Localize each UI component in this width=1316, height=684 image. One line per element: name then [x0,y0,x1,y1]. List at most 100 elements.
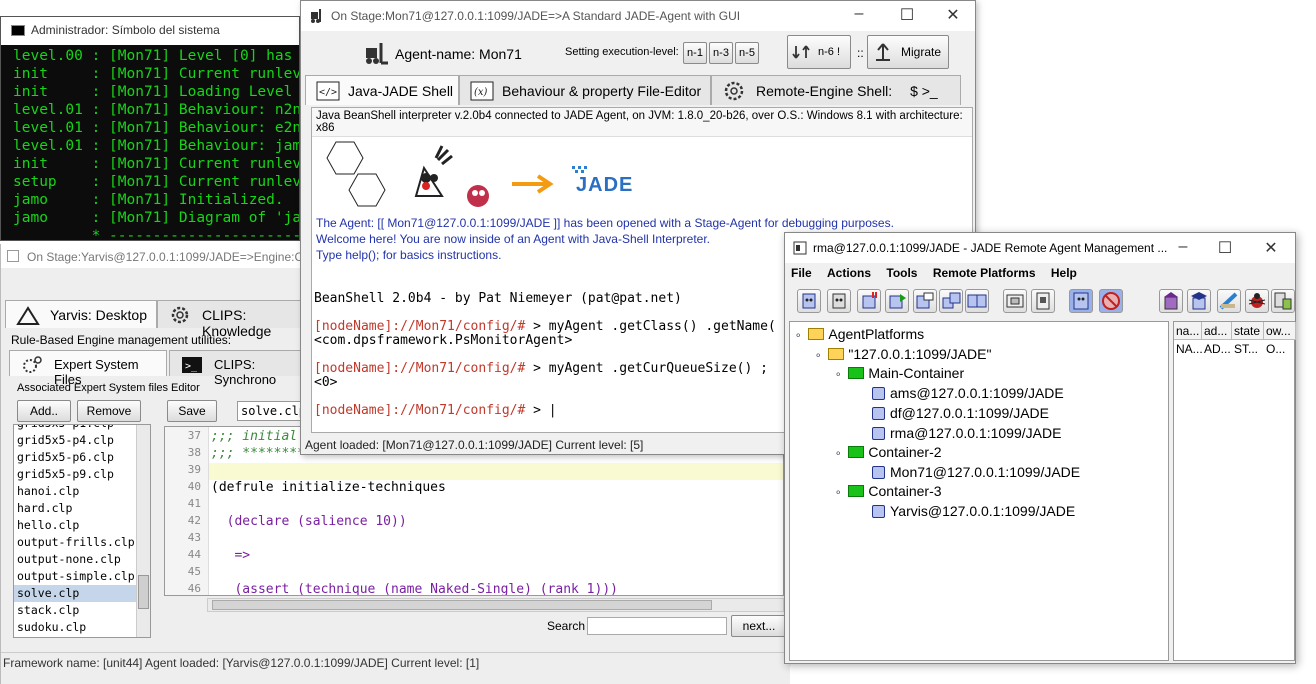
column-header[interactable]: ow... [1264,322,1296,340]
menu-file[interactable]: File [791,266,812,280]
code-text: (declare (salience 10)) [211,514,407,529]
menu-remote-platforms[interactable]: Remote Platforms [933,266,1036,280]
file-item[interactable]: output-none.clp [14,551,150,568]
next-button[interactable]: next... [731,615,787,637]
tab-label: Behaviour & property File-Editor [502,83,702,99]
column-header[interactable]: ad... [1202,322,1232,340]
tree-agent-node[interactable]: rma@127.0.0.1:1099/JADE [872,423,1061,443]
table-cell[interactable]: AD... [1202,341,1232,358]
file-item[interactable]: grid5x5-p1.clp [14,425,150,432]
agent-gui-titlebar[interactable]: On Stage:Mon71@127.0.0.1:1099/JADE=>A St… [301,1,975,31]
tree-agent-node[interactable]: Mon71@127.0.0.1:1099/JADE [872,462,1080,482]
save-button[interactable]: Save [167,400,217,422]
agent-tree[interactable]: ⚬ AgentPlatforms ⚬ "127.0.0.1:1099/JADE" ⚬… [789,321,1169,661]
gear-icon [168,304,192,326]
table-cell[interactable]: O... [1264,341,1296,358]
tree-root-node[interactable]: ⚬ AgentPlatforms [794,324,924,344]
console-titlebar[interactable]: Administrador: Símbolo del sistema [1,17,299,45]
level-n3-button[interactable]: n-3 [709,42,733,64]
tree-container-node[interactable]: ⚬ Container-2 [834,442,942,462]
console-line: jamo : [Mon71] Diagram of 'jamo' [13,210,300,226]
tree-container-node[interactable]: ⚬ Container-3 [834,481,942,501]
maximize-button[interactable]: ☐ [887,5,927,25]
rma-titlebar[interactable]: rma@127.0.0.1:1099/JADE - JADE Remote Ag… [785,233,1295,263]
bug-icon[interactable] [1245,289,1269,313]
tree-label: AgentPlatforms [828,326,925,342]
level-n5-button[interactable]: n-5 [735,42,759,64]
hscroll-thumb[interactable] [212,600,712,610]
file-item-selected[interactable]: solve.clp [14,585,150,602]
column-header[interactable]: state [1232,322,1264,340]
remove-button[interactable]: Remove [77,400,141,422]
migrate-button[interactable]: Migrate [867,35,949,69]
tab-clips-knowledge[interactable]: CLIPS: Knowledge [157,300,307,339]
search-input[interactable] [587,617,727,635]
add-button[interactable]: Add.. [17,400,71,422]
menu-tools[interactable]: Tools [886,266,917,280]
tab-remote-engine-shell[interactable]: Remote-Engine Shell: $ >_ [711,75,961,105]
graduate-agent-icon[interactable] [1187,289,1211,313]
column-header[interactable]: na... [1174,322,1202,340]
tree-agent-node[interactable]: Yarvis@127.0.0.1:1099/JADE [872,501,1075,521]
desktop-icon [16,304,40,326]
file-item[interactable]: output-frills.clp [14,534,150,551]
file-item[interactable]: sudoku.clp [14,619,150,636]
kill-agent-icon[interactable] [827,289,851,313]
file-item[interactable]: hello.clp [14,517,150,534]
tree-container-node[interactable]: ⚬ Main-Container [834,363,964,383]
file-list-scrollbar[interactable] [136,425,150,637]
menu-actions[interactable]: Actions [827,266,871,280]
suspend-agent-icon[interactable] [857,289,881,313]
load-container-icon[interactable] [1031,289,1055,313]
tab-java-jade-shell[interactable]: </> Java-JADE Shell [305,75,459,105]
tree-agent-node[interactable]: ams@127.0.0.1:1099/JADE [872,383,1064,403]
file-item[interactable]: stack.clp [14,602,150,619]
tab-clips-synchrono[interactable]: >_ CLIPS: Synchrono [169,350,305,387]
tab-behaviour-editor[interactable]: (x) Behaviour & property File-Editor [459,75,711,105]
code-tag-icon: </> [316,80,340,102]
table-cell[interactable]: ST... [1232,341,1264,358]
sniffer-agent-icon[interactable] [1099,289,1123,313]
new-agent-icon[interactable] [797,289,821,313]
shell-command-line[interactable]: [nodeName]://Mon71/config/# > | [314,404,557,418]
minimize-button[interactable]: – [1163,238,1203,256]
expand-toggle-icon[interactable]: ⚬ [834,449,842,460]
editor-hscrollbar[interactable] [207,598,784,612]
menu-help[interactable]: Help [1051,266,1077,280]
agent-details-table[interactable]: na... ad... state ow... NA... AD... ST..… [1173,321,1296,661]
level-n1-button[interactable]: n-1 [683,42,707,64]
close-button[interactable]: ✕ [933,5,973,25]
expand-toggle-icon[interactable]: ⚬ [814,351,822,362]
expand-toggle-icon[interactable]: ⚬ [834,488,842,499]
file-list[interactable]: grid5x5-p1.clp grid5x5-p4.clp grid5x5-p6… [13,424,151,638]
close-button[interactable]: ✕ [1251,238,1291,258]
file-item[interactable]: hanoi.clp [14,483,150,500]
clone-agent-icon[interactable] [965,289,989,313]
log-manager-icon[interactable] [1217,289,1241,313]
file-item[interactable]: output-simple.clp [14,568,150,585]
level-n6-button[interactable]: n-6 ! [787,35,851,69]
save-container-icon[interactable] [1003,289,1027,313]
tree-platform-node[interactable]: ⚬ "127.0.0.1:1099/JADE" [814,344,991,364]
file-item[interactable]: grid5x5-p4.clp [14,432,150,449]
minimize-button[interactable]: – [839,5,879,23]
scrollbar-thumb[interactable] [138,575,149,609]
file-item[interactable]: hard.clp [14,500,150,517]
file-item[interactable]: grid5x5-p6.clp [14,449,150,466]
resume-agent-icon[interactable] [885,289,909,313]
send-message-icon[interactable] [913,289,937,313]
filename-field[interactable]: solve.clp [237,401,305,421]
migrate-agent-icon[interactable] [939,289,963,313]
introspector-icon[interactable] [1159,289,1183,313]
tab-yarvis-desktop[interactable]: Yarvis: Desktop [5,300,157,328]
expand-toggle-icon[interactable]: ⚬ [794,331,802,342]
file-item[interactable]: grid5x5-p9.clp [14,466,150,483]
tree-agent-node[interactable]: df@127.0.0.1:1099/JADE [872,403,1049,423]
platform-settings-icon[interactable] [1271,289,1295,313]
dummy-agent-icon[interactable] [1069,289,1093,313]
table-cell[interactable]: NA... [1174,341,1202,358]
tab-expert-system-files[interactable]: Expert System Files [9,350,167,387]
expand-toggle-icon[interactable]: ⚬ [834,370,842,381]
maximize-button[interactable]: ☐ [1205,238,1245,258]
console-line: init : [Mon71] Current runlevel [13,156,300,172]
